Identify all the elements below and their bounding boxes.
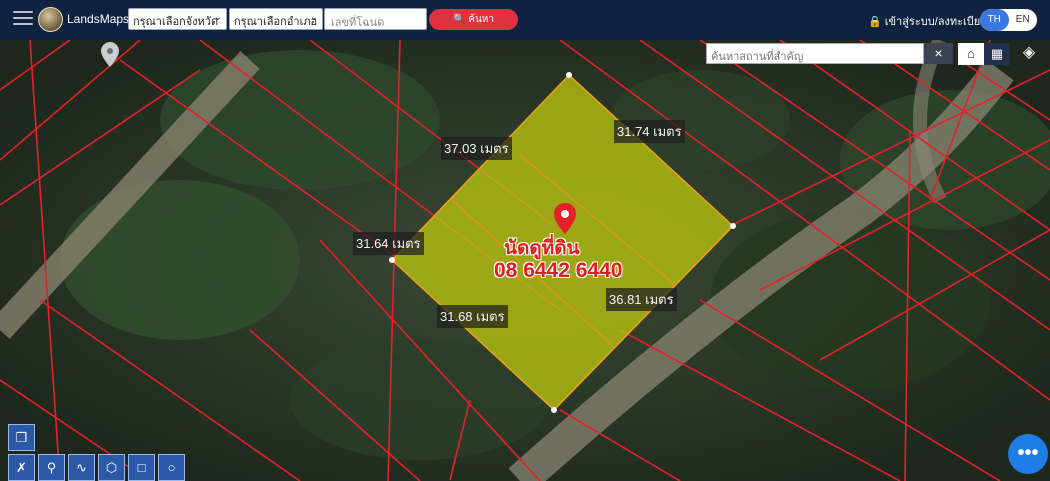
chevron-down-icon: ⌄ bbox=[309, 12, 318, 23]
login-link[interactable]: 🔒 เข้าสู่ระบบ/ลงทะเบียน bbox=[868, 12, 988, 30]
lang-en-button[interactable]: EN bbox=[1009, 9, 1038, 31]
layers-icon[interactable]: ◈ bbox=[1016, 40, 1042, 66]
hamburger-menu-icon[interactable] bbox=[13, 11, 33, 27]
district-select[interactable]: กรุณาเลือกอำเภอ ⌄ bbox=[229, 8, 323, 30]
lang-th-button[interactable]: TH bbox=[980, 9, 1009, 31]
circle-icon[interactable]: ○ bbox=[158, 454, 185, 481]
lock-icon: 🔒 bbox=[868, 16, 882, 28]
more-options-button[interactable]: ••• bbox=[1008, 434, 1048, 474]
home-icon[interactable]: ⌂ bbox=[958, 43, 984, 65]
search-button[interactable]: 🔍 ค้นหา bbox=[429, 9, 518, 30]
distance-label: 31.68 เมตร bbox=[437, 305, 508, 328]
ruler-icon[interactable]: ✗ bbox=[8, 454, 35, 481]
district-select-value: กรุณาเลือกอำเภอ bbox=[234, 16, 318, 28]
grid-icon[interactable]: ▦ bbox=[984, 43, 1010, 65]
top-navbar: LandsMaps กรุณาเลือกจังหวัด ⌄ กรุณาเลือกอ… bbox=[0, 0, 1050, 40]
landsmaps-logo bbox=[38, 7, 63, 32]
search-button-label: ค้นหา bbox=[468, 14, 494, 25]
phone-overlay-text: 08 6442 6440 bbox=[494, 259, 623, 282]
distance-label: 36.81 เมตร bbox=[606, 288, 677, 311]
login-label: เข้าสู่ระบบ/ลงทะเบียน bbox=[884, 16, 988, 28]
rectangle-icon[interactable]: □ bbox=[128, 454, 155, 481]
marker-icon[interactable]: ⚲ bbox=[38, 454, 65, 481]
province-select[interactable]: กรุณาเลือกจังหวัด ⌄ bbox=[128, 8, 227, 30]
distance-label: 37.03 เมตร bbox=[441, 137, 512, 160]
language-toggle[interactable]: TH EN bbox=[980, 9, 1037, 31]
polyline-icon[interactable]: ∿ bbox=[68, 454, 95, 481]
chevron-down-icon: ⌄ bbox=[213, 12, 222, 23]
plot-number-input[interactable]: เลขที่โฉนด bbox=[324, 8, 427, 30]
polygon-icon[interactable]: ⬡ bbox=[98, 454, 125, 481]
search-icon: 🔍 bbox=[453, 14, 466, 25]
clear-search-button[interactable]: × bbox=[924, 43, 953, 64]
province-select-value: กรุณาเลือกจังหวัด bbox=[133, 16, 219, 28]
distance-label: 31.64 เมตร bbox=[353, 232, 424, 255]
eraser-icon[interactable]: ❒ bbox=[8, 424, 35, 451]
distance-label: 31.74 เมตร bbox=[614, 120, 685, 143]
place-search-input[interactable]: ค้นหาสถานที่สำคัญ bbox=[706, 43, 924, 64]
brand-name: LandsMaps bbox=[67, 12, 130, 26]
